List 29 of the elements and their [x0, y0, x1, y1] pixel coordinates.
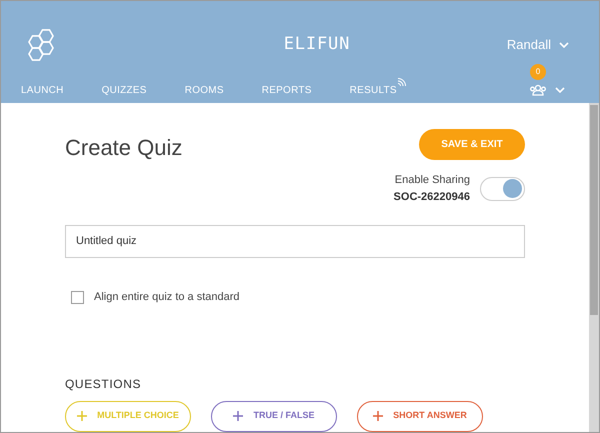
sharing-toggle[interactable]	[480, 176, 525, 200]
sharing-code: SOC-26220946	[394, 190, 470, 204]
quiz-name-field[interactable]: Untitled quiz	[65, 225, 525, 258]
questions-heading: QUESTIONS	[65, 376, 142, 392]
add-question-button[interactable]: SHORT ANSWER	[357, 400, 483, 432]
plus-icon	[373, 411, 384, 421]
add-question-button[interactable]: MULTIPLE CHOICE	[65, 400, 191, 432]
nav-link[interactable]: REPORTS	[262, 76, 312, 98]
plus-icon	[233, 411, 244, 421]
align-checkbox[interactable]	[71, 290, 84, 304]
chevron-down-icon	[558, 42, 569, 48]
nav-link[interactable]: RESULTS	[350, 76, 406, 98]
sharing-label: Enable Sharing	[394, 173, 470, 188]
plus-icon	[77, 411, 88, 421]
add-question-button[interactable]: TRUE / FALSE	[211, 400, 337, 432]
group-icon[interactable]	[529, 84, 547, 96]
nav-link[interactable]: ROOMS	[184, 76, 224, 98]
notification-badge: 0	[530, 64, 546, 80]
chevron-down-icon[interactable]	[555, 87, 565, 93]
page-title: Create Quiz	[65, 134, 182, 162]
save-exit-button[interactable]: SAVE & EXIT	[419, 129, 525, 160]
scrollbar-thumb[interactable]	[590, 105, 598, 315]
nav-link[interactable]: LAUNCH	[21, 76, 64, 98]
align-label: Align entire quiz to a standard	[94, 290, 240, 305]
hexagon-logo-icon	[27, 28, 57, 62]
app-title: ELIFUN	[284, 33, 350, 56]
nav-link[interactable]: QUIZZES	[102, 76, 147, 98]
signal-icon	[398, 78, 406, 86]
user-menu[interactable]: Randall	[506, 35, 569, 55]
